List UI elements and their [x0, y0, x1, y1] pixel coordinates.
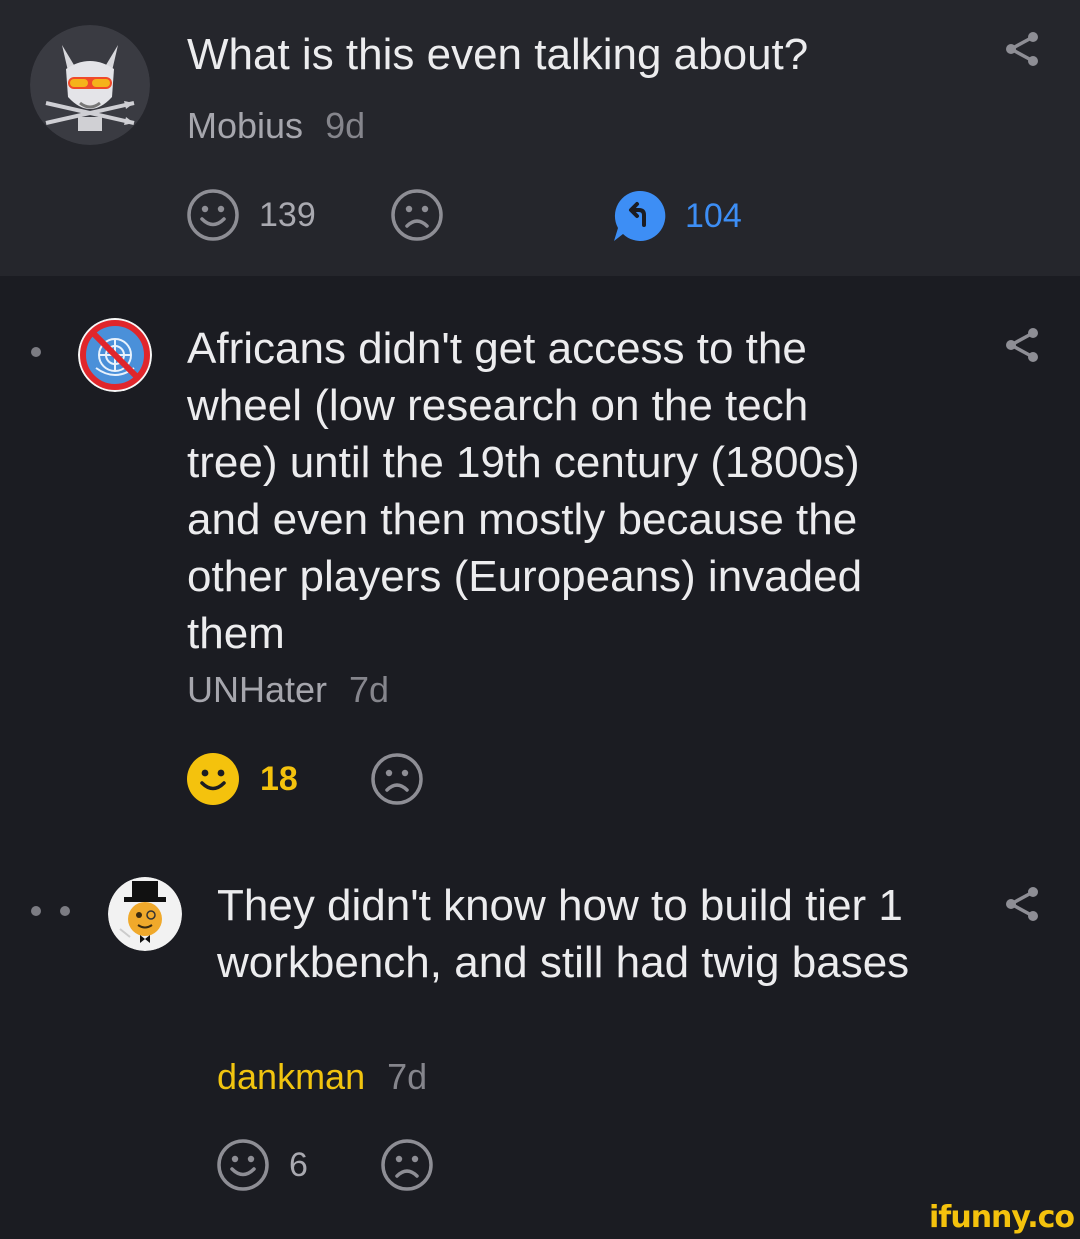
comment-age: 7d: [387, 1056, 428, 1097]
like-count: 139: [259, 196, 316, 234]
dislike-button[interactable]: [380, 1138, 434, 1192]
comment-meta: Mobius 9d: [187, 106, 365, 146]
comment-text: What is this even talking about?: [187, 30, 809, 79]
avatar[interactable]: [108, 877, 182, 951]
frown-icon: [381, 1139, 433, 1191]
like-count: 6: [289, 1146, 308, 1184]
share-icon: [1006, 32, 1038, 66]
share-button[interactable]: [1002, 325, 1042, 365]
thread-depth-dot: [31, 347, 41, 357]
thread-depth-dot: [31, 906, 41, 916]
avatar[interactable]: [78, 318, 152, 392]
author-name[interactable]: dankman: [217, 1056, 365, 1097]
ifunny-watermark: ifunny.co: [929, 1200, 1075, 1235]
share-icon: [1006, 887, 1038, 921]
dislike-button[interactable]: [370, 752, 424, 806]
share-button[interactable]: [1002, 884, 1042, 924]
frown-icon: [371, 753, 423, 805]
dislike-button[interactable]: [390, 188, 444, 242]
top-comment: What is this even talking about? Mobius 9…: [0, 0, 1080, 276]
top-hat-meme-avatar-icon: [108, 877, 182, 951]
like-button[interactable]: 139: [186, 188, 316, 242]
reply-bubble-icon: [614, 190, 666, 241]
smile-icon: [187, 753, 239, 805]
reply-count: 104: [685, 197, 742, 235]
wolf-sunglasses-avatar-icon: [30, 25, 150, 145]
frown-icon: [391, 189, 443, 241]
like-button[interactable]: 18: [186, 752, 298, 806]
share-icon: [1006, 328, 1038, 362]
like-count: 18: [260, 760, 298, 798]
reply-button[interactable]: 104: [611, 188, 742, 244]
comment-age: 7d: [349, 669, 390, 710]
avatar[interactable]: [30, 25, 150, 145]
smile-icon: [217, 1139, 269, 1191]
comment-meta: UNHater 7d: [187, 670, 389, 710]
author-name[interactable]: UNHater: [187, 669, 327, 710]
comment-text: They didn't know how to build tier 1 wor…: [217, 881, 910, 987]
comment-meta: dankman 7d: [217, 1057, 427, 1097]
no-un-avatar-icon: [78, 318, 152, 392]
author-name[interactable]: Mobius: [187, 105, 303, 146]
comment-age: 9d: [325, 105, 366, 146]
smile-icon: [187, 189, 239, 241]
thread-depth-dot: [60, 906, 70, 916]
share-button[interactable]: [1002, 29, 1042, 69]
like-button[interactable]: 6: [216, 1138, 308, 1192]
comment-text: Africans didn't get access to the wheel …: [187, 324, 863, 658]
